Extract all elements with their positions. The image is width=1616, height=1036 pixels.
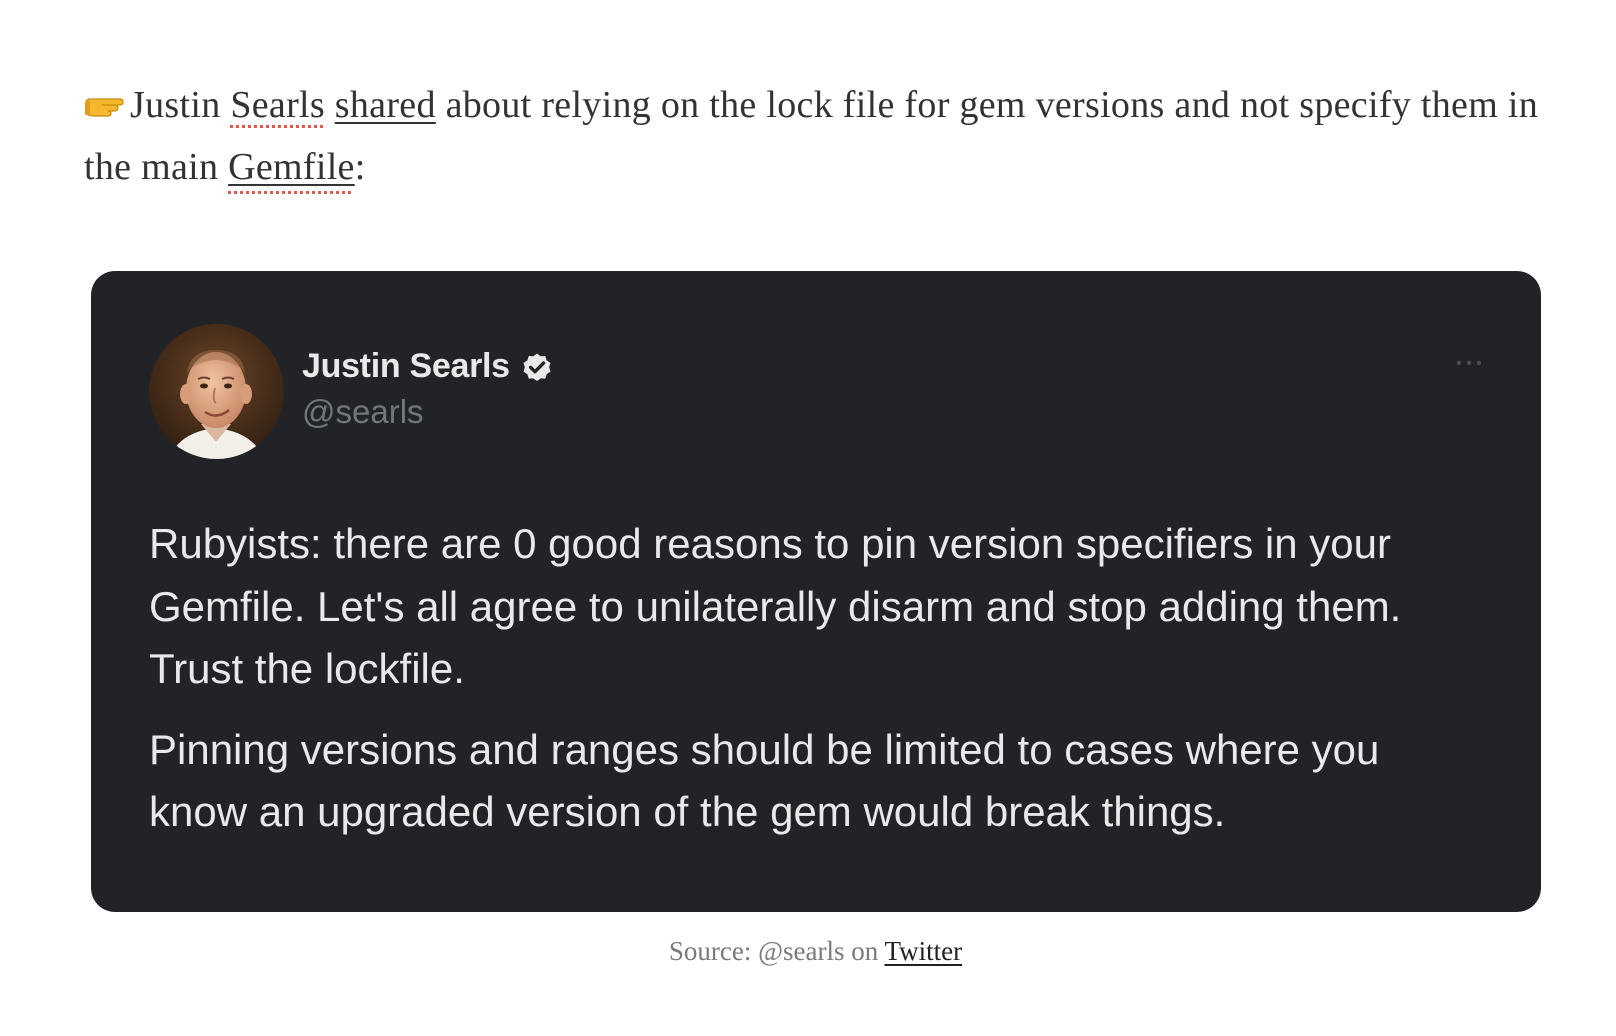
author-name[interactable]: Justin Searls — [302, 347, 510, 386]
more-options-icon[interactable] — [1455, 359, 1483, 367]
shared-link[interactable]: shared — [335, 84, 436, 126]
verified-badge-icon — [523, 353, 551, 381]
author-name-row[interactable]: Justin Searls — [302, 347, 554, 386]
tweet-paragraph: Rubyists: there are 0 good reasons to pi… — [149, 520, 1402, 692]
intro-name-last: Searls — [230, 84, 325, 126]
avatar[interactable] — [149, 324, 284, 459]
author-handle[interactable]: @searls — [302, 393, 424, 431]
tweet-body: Rubyists: there are 0 good reasons to pi… — [149, 513, 1489, 844]
pointing-hand-icon — [85, 98, 124, 117]
intro-text-end: : — [354, 146, 366, 188]
image-caption: Source: @searls on Twitter — [0, 936, 1616, 967]
gemfile-link[interactable]: Gemfile — [228, 146, 355, 188]
tweet-paragraph: Pinning versions and ranges should be li… — [149, 725, 1380, 836]
avatar-photo-icon — [149, 324, 284, 459]
twitter-link[interactable]: Twitter — [885, 936, 963, 966]
intro-paragraph: Justin Searls shared about relying on th… — [84, 74, 1544, 198]
caption-prefix: Source: @searls on — [668, 936, 879, 966]
intro-name-first: Justin — [130, 84, 221, 126]
tweet-card[interactable]: Justin Searls @searls Rubyists: there ar… — [91, 271, 1541, 912]
